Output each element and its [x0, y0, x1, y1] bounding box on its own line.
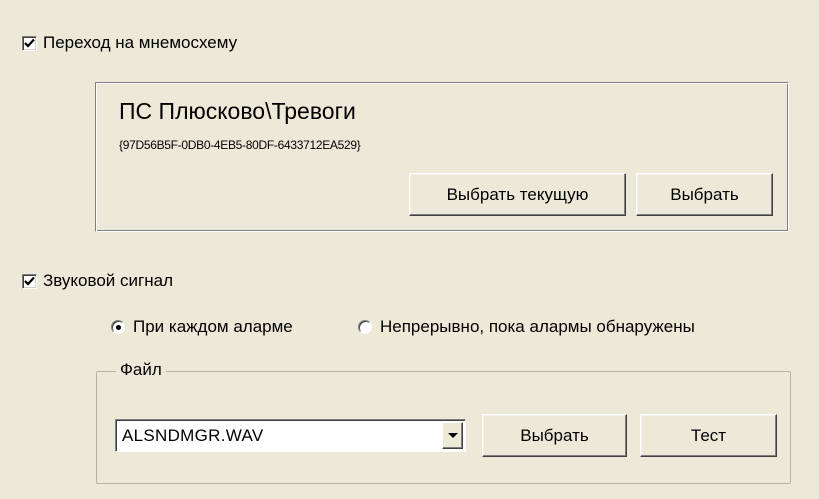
mnemo-panel: ПС Плюсково\Тревоги {97D56B5F-0DB0-4EB5-…	[95, 82, 789, 232]
select-current-button[interactable]: Выбрать текущую	[409, 173, 626, 216]
mnemo-checkbox-label[interactable]: Переход на мнемосхему	[43, 33, 237, 53]
chevron-down-icon	[447, 433, 458, 438]
radio-each-alarm[interactable]	[111, 320, 125, 334]
mnemo-guid: {97D56B5F-0DB0-4EB5-80DF-6433712EA529}	[119, 138, 361, 152]
sound-checkbox[interactable]	[22, 274, 37, 289]
mnemo-path: ПС Плюсково\Тревоги	[119, 98, 356, 124]
checkmark-icon	[24, 38, 35, 48]
sound-checkbox-label[interactable]: Звуковой сигнал	[43, 271, 173, 291]
mnemo-checkbox[interactable]	[22, 36, 37, 51]
checkmark-icon	[24, 276, 35, 286]
radio-continuous[interactable]	[358, 320, 372, 334]
file-group-label: Файл	[116, 360, 166, 380]
radio-each-alarm-label[interactable]: При каждом аларме	[133, 317, 293, 337]
dropdown-button[interactable]	[442, 422, 463, 449]
radio-selected-dot	[115, 324, 121, 330]
test-sound-button[interactable]: Тест	[640, 414, 777, 457]
sound-file-value: ALSNDMGR.WAV	[122, 426, 264, 445]
radio-continuous-label[interactable]: Непрерывно, пока алармы обнаружены	[380, 317, 695, 337]
select-mnemo-button[interactable]: Выбрать	[636, 173, 773, 216]
sound-file-combo[interactable]: ALSNDMGR.WAV	[115, 419, 466, 452]
select-file-button[interactable]: Выбрать	[482, 414, 627, 457]
